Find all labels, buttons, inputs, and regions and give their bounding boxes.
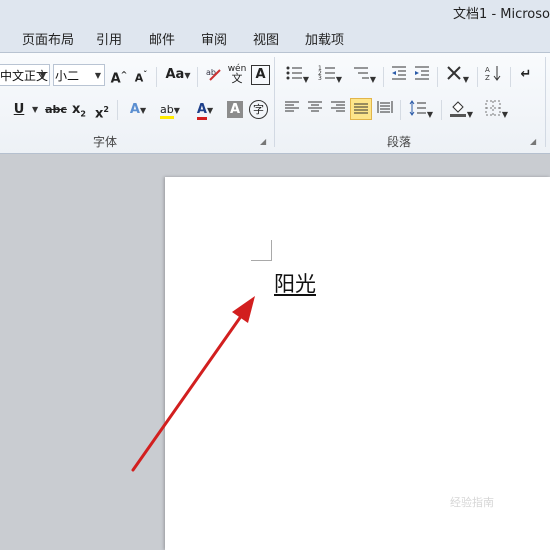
annotation-arrow [131,296,255,472]
watermark: 经验指南 [450,496,494,509]
